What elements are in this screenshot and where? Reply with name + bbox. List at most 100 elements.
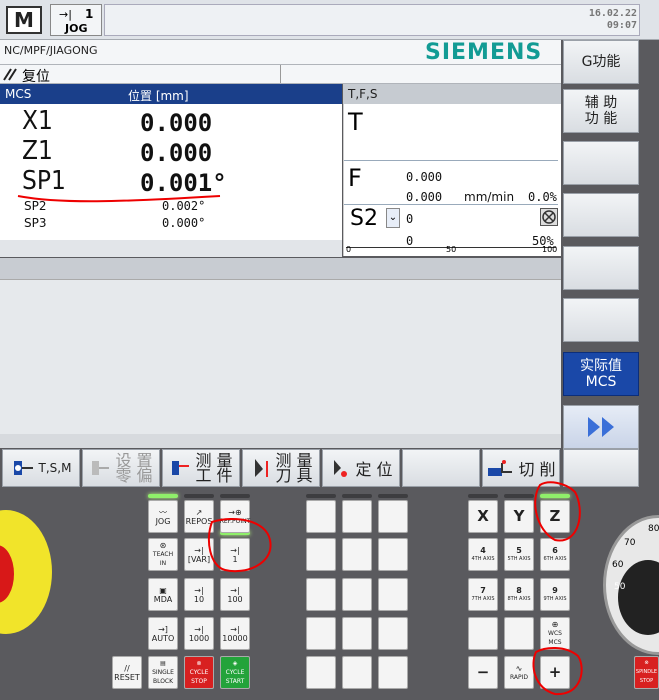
spindle-dropdown[interactable]: ⌄: [386, 208, 400, 228]
mda-icon: ▣: [159, 585, 167, 595]
blank-key[interactable]: [504, 617, 534, 650]
softkey-blank[interactable]: [402, 449, 480, 487]
axis-name: SP2: [24, 199, 47, 213]
softkey-actual-value-mcs[interactable]: 实际值 MCS: [563, 352, 639, 396]
hmi-screen: { "header":{"mode_icon":"M","mode_symbol…: [0, 0, 659, 700]
zero-offset-icon: [92, 461, 110, 475]
single-block-key[interactable]: ▤ SINGLE BLOCK: [148, 656, 178, 689]
blank-key[interactable]: [378, 500, 408, 533]
teach-in-key[interactable]: ⊛ TEACH IN: [148, 538, 178, 571]
blank-key[interactable]: [378, 538, 408, 571]
softkey-label: 测 量 工 件: [195, 451, 233, 485]
axis-6-key[interactable]: 6 6TH AXIS: [540, 538, 570, 571]
blank-key[interactable]: [306, 538, 336, 571]
softkey-position[interactable]: 定 位: [322, 449, 400, 487]
key-label: 100: [227, 594, 243, 604]
jog-led: [148, 494, 178, 498]
softkey-blank[interactable]: [563, 246, 639, 290]
softkey-blank[interactable]: [563, 193, 639, 237]
axis-9-key[interactable]: 9 9TH AXIS: [540, 578, 570, 611]
key-label: MDA: [153, 594, 173, 604]
scale-tick: 100: [542, 245, 558, 254]
cycle-start-icon: ◈: [232, 660, 238, 667]
increment-10000-key[interactable]: →| 10000: [220, 617, 250, 650]
softkey-next-page[interactable]: [563, 405, 639, 449]
wcs-mcs-key[interactable]: ⊕ WCS MCS: [540, 617, 570, 650]
teach-in-icon: ⊛: [159, 541, 167, 550]
blank-key[interactable]: [306, 578, 336, 611]
softkey-measure-workpiece[interactable]: 测 量 工 件: [162, 449, 240, 487]
ref-point-key[interactable]: →⊕ REF.POINT: [220, 500, 250, 533]
dial-tick: 60: [612, 560, 624, 570]
blank-key[interactable]: [306, 500, 336, 533]
axis-x-key[interactable]: X: [468, 500, 498, 533]
key-sublabel: 4TH AXIS: [471, 555, 495, 562]
increment-1000-key[interactable]: →| 1000: [184, 617, 214, 650]
blank-key[interactable]: [342, 617, 372, 650]
cycle-start-key[interactable]: ◈ CYCLE START: [220, 656, 250, 689]
cycle-stop-key[interactable]: ⊗ CYCLE STOP: [184, 656, 214, 689]
mda-key[interactable]: ▣ MDA: [148, 578, 178, 611]
increment-1-key[interactable]: →| 1: [220, 538, 250, 571]
blank-key[interactable]: [342, 578, 372, 611]
axis-value: 0.001°: [140, 169, 227, 197]
blank-leds: [306, 494, 410, 498]
reset-key[interactable]: //RESET: [112, 656, 142, 689]
minus-key[interactable]: −: [468, 656, 498, 689]
crosshair-icon: ⊕: [551, 620, 559, 629]
softkey-tsm[interactable]: T,S,M: [2, 449, 80, 487]
blank-key[interactable]: [342, 500, 372, 533]
blank-key[interactable]: [378, 656, 408, 689]
blank-key[interactable]: [378, 578, 408, 611]
axis-8-key[interactable]: 8 8TH AXIS: [504, 578, 534, 611]
single-block-icon: ▤: [160, 660, 166, 667]
softkey-g-function[interactable]: G功能: [563, 40, 639, 84]
softkey-blank[interactable]: [563, 298, 639, 342]
axis-y-key[interactable]: Y: [504, 500, 534, 533]
plus-key[interactable]: +: [540, 656, 570, 689]
blank-key[interactable]: [306, 656, 336, 689]
reset-status-text: 复位: [22, 69, 50, 85]
axis-4-key[interactable]: 4 4TH AXIS: [468, 538, 498, 571]
mcs-header: MCS 位置 [mm]: [0, 84, 342, 104]
axis-name: SP1: [22, 166, 66, 196]
softkey-blank[interactable]: [563, 449, 639, 487]
increment-10-key[interactable]: →| 10: [184, 578, 214, 611]
var-increment-key[interactable]: →| [VAR]: [184, 538, 214, 571]
softkey-blank[interactable]: [563, 141, 639, 185]
key-label: 10: [193, 594, 205, 604]
key-sublabel: 6TH AXIS: [543, 555, 567, 562]
softkey-set-zero-offset[interactable]: 设 置 零 偏: [82, 449, 160, 487]
axis-7-key[interactable]: 7 7TH AXIS: [468, 578, 498, 611]
blank-key[interactable]: [468, 617, 498, 650]
repos-key[interactable]: ↗ REPOS: [184, 500, 214, 533]
jog-key[interactable]: 〰 JOG: [148, 500, 178, 533]
rapid-key[interactable]: ∿ RAPID: [504, 656, 534, 689]
blank-key[interactable]: [342, 656, 372, 689]
axis-5-key[interactable]: 5 5TH AXIS: [504, 538, 534, 571]
spindle-value: 0: [406, 212, 414, 226]
axis-z-key[interactable]: Z: [540, 500, 570, 533]
axis-value: 0.000: [140, 109, 213, 137]
softkey-aux-function[interactable]: 辅 助 功 能: [563, 89, 639, 133]
position-icon: [334, 460, 348, 477]
key-label: RAPID: [509, 673, 529, 681]
blank-key[interactable]: [378, 617, 408, 650]
channel-status-bar: 复位: [0, 64, 561, 85]
blank-key[interactable]: [342, 538, 372, 571]
mode-indicator: →| 1 JOG: [50, 4, 102, 36]
softkey-cutting[interactable]: 切 削: [482, 449, 560, 487]
auto-key[interactable]: →] AUTO: [148, 617, 178, 650]
scale-tick: 0: [346, 245, 352, 254]
softkey-measure-tool[interactable]: 测 量 刀 具: [242, 449, 320, 487]
mcs-position-table: X1 0.000 Z1 0.000 SP1 0.001° SP2 0.002° …: [0, 104, 342, 256]
increment-100-key[interactable]: →| 100: [220, 578, 250, 611]
key-label: JOG: [155, 516, 171, 526]
key-label: 5: [516, 545, 522, 555]
key-sublabel: 7TH AXIS: [471, 595, 495, 602]
key-label: 7: [480, 585, 486, 595]
spindle-stop-key[interactable]: ⊗ SPINDLE STOP: [634, 656, 659, 689]
machine-mode-icon: M: [6, 6, 42, 34]
blank-key[interactable]: [306, 617, 336, 650]
increment-icon: →|: [194, 545, 204, 555]
